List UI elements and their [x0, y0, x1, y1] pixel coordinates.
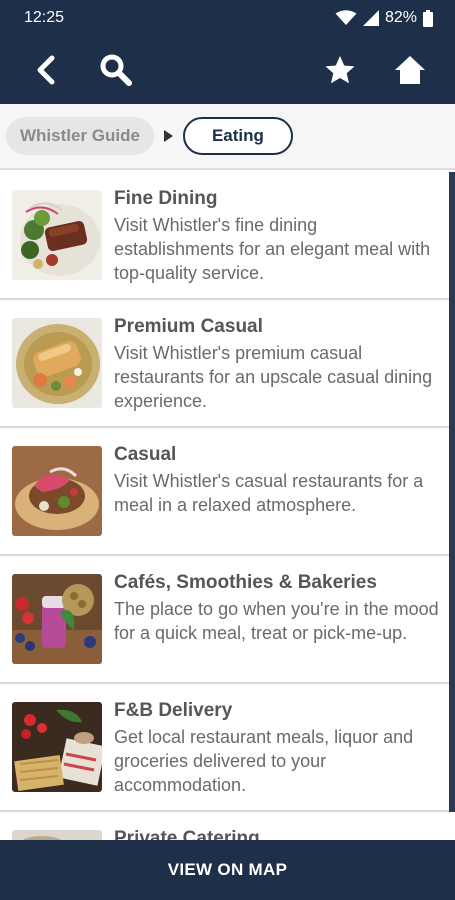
casual-thumbnail [12, 446, 102, 536]
status-icons: 82% [335, 9, 433, 27]
status-time: 12:25 [24, 9, 65, 26]
item-title: Premium Casual [114, 316, 263, 337]
breadcrumb-current[interactable]: Eating [182, 117, 293, 155]
list-item[interactable]: Premium Casual Visit Whistler's premium … [0, 300, 449, 428]
item-title: F&B Delivery [114, 700, 233, 721]
fine-dining-thumbnail [12, 190, 102, 280]
scrollbar[interactable] [449, 172, 455, 812]
list-item[interactable]: Private Catering [0, 812, 449, 840]
item-title: Casual [114, 444, 177, 465]
category-list: Fine Dining Visit Whistler's fine dining… [0, 172, 455, 840]
back-icon [37, 55, 55, 85]
list-item[interactable]: Cafés, Smoothies & Bakeries The place to… [0, 556, 449, 684]
delivery-thumbnail [12, 702, 102, 792]
app-bar [0, 36, 455, 104]
item-description: Visit Whistler's premium casual restaura… [114, 343, 433, 411]
breadcrumb-arrow-icon [163, 130, 173, 142]
search-icon [100, 54, 132, 86]
wifi-icon [335, 10, 357, 25]
premium-casual-thumbnail [12, 318, 102, 408]
back-button[interactable] [25, 50, 65, 90]
cafes-thumbnail [12, 574, 102, 664]
item-title: Fine Dining [114, 188, 218, 209]
battery-icon [423, 9, 433, 27]
breadcrumb-root[interactable]: Whistler Guide [6, 117, 154, 155]
list-item[interactable]: F&B Delivery Get local restaurant meals,… [0, 684, 449, 812]
item-description: Visit Whistler's fine dining establishme… [114, 215, 431, 283]
item-description: Visit Whistler's casual restaurants for … [114, 471, 424, 515]
signal-icon [362, 10, 379, 26]
search-button[interactable] [96, 50, 136, 90]
star-icon [325, 56, 355, 84]
list-item[interactable]: Fine Dining Visit Whistler's fine dining… [0, 172, 449, 300]
breadcrumb: Whistler Guide Eating [0, 104, 455, 170]
home-button[interactable] [390, 50, 430, 90]
view-on-map-button[interactable]: VIEW ON MAP [0, 840, 455, 900]
item-title: Private Catering [114, 828, 260, 840]
list-item[interactable]: Casual Visit Whistler's casual restauran… [0, 428, 449, 556]
status-bar: 12:25 82% [0, 0, 455, 36]
home-icon [395, 56, 425, 84]
favorites-button[interactable] [320, 50, 360, 90]
item-title: Cafés, Smoothies & Bakeries [114, 572, 377, 593]
battery-percent: 82% [384, 9, 417, 26]
catering-thumbnail [12, 830, 102, 840]
item-description: Get local restaurant meals, liquor and g… [114, 727, 414, 795]
item-description: The place to go when you're in the mood … [114, 599, 439, 643]
